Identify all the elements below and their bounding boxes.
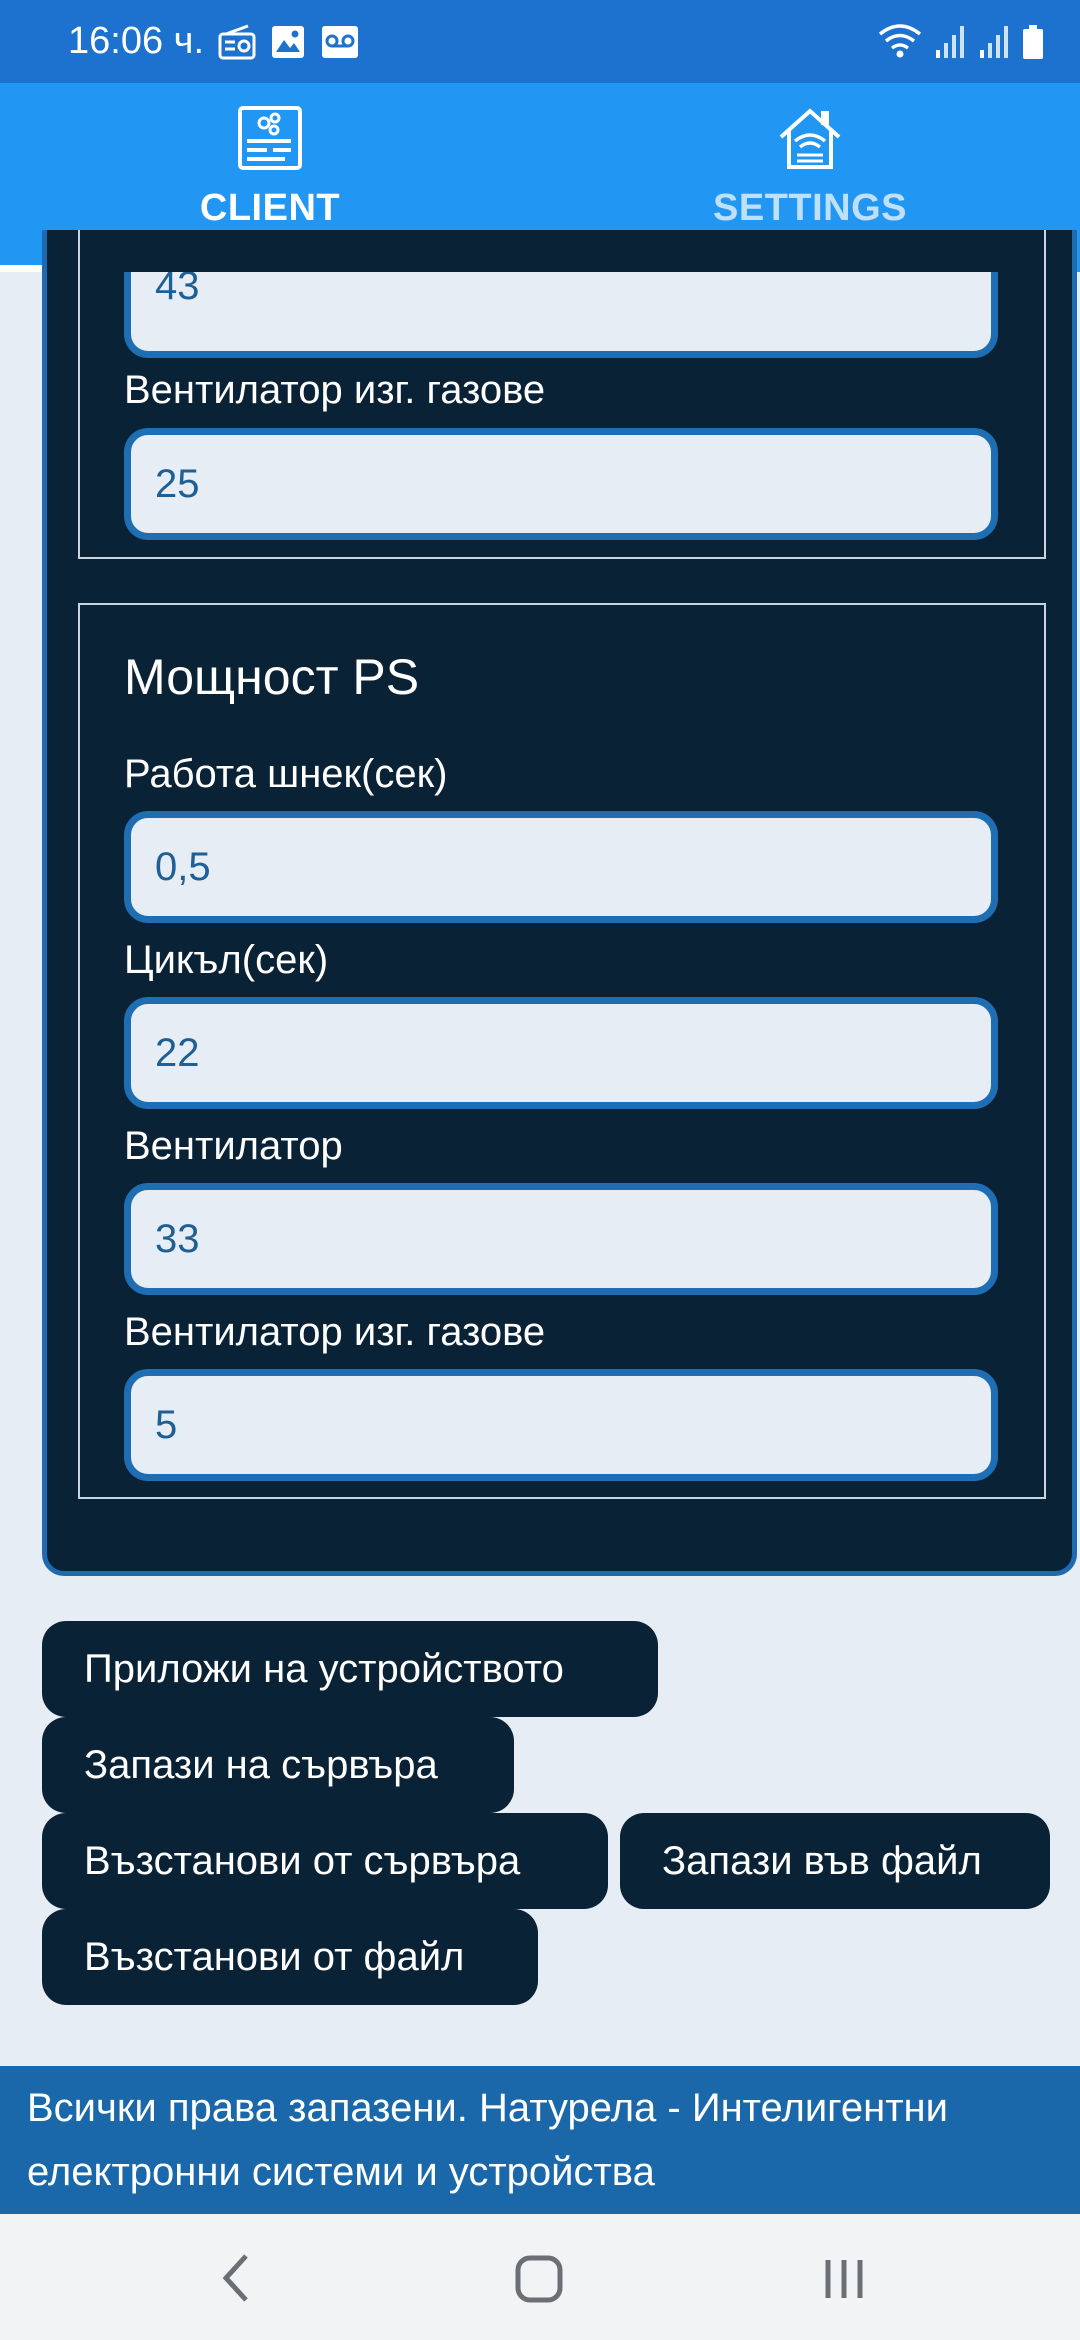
exhaust-fan-input[interactable]: 25 [124,428,998,540]
signal-icon [980,26,1008,58]
save-to-file-button[interactable]: Запази във файл [620,1813,1050,1909]
smart-home-wifi-icon [779,108,841,169]
field-label: Вентилатор [124,1124,343,1168]
field-label: Работа шнек(сек) [124,752,448,796]
field-label: Вентилатор изг. газове [124,368,546,412]
value-text: 25 [155,461,200,506]
apply-to-device-button[interactable]: Приложи на устройството [42,1621,658,1717]
tab-settings-label: SETTINGS [712,187,908,229]
cycle-input[interactable]: 22 [124,997,998,1109]
restore-from-file-button[interactable]: Възстанови от файл [42,1909,538,2005]
value-text: 0,5 [155,844,211,889]
field-label: Цикъл(сек) [124,938,329,982]
group-title: Мощност PS [124,649,420,705]
radio-icon [218,24,256,60]
value-text: 22 [155,1030,200,1075]
save-to-server-button[interactable]: Запази на сървъра [42,1717,514,1813]
restore-from-server-button[interactable]: Възстанови от сървъра [42,1813,608,1909]
footer-text: Всички права запазени. Натурела - Интели… [27,2086,948,2194]
recent-apps-icon[interactable] [820,2248,868,2308]
voicemail-icon [322,26,358,58]
tab-client-label: CLIENT [199,187,341,229]
status-bar: 16:06 ч. [0,0,1080,83]
back-icon[interactable] [216,2248,256,2308]
image-icon [272,26,304,58]
fan-input[interactable]: 33 [124,1183,998,1295]
home-icon[interactable] [514,2248,566,2308]
value-text: 5 [155,1402,178,1447]
battery-icon [1023,25,1043,59]
auger-time-input[interactable]: 0,5 [124,811,998,923]
signal-icon [936,26,964,58]
status-time: 16:06 ч. [68,20,205,62]
system-nav-bar [0,2214,1080,2340]
field-label: Вентилатор изг. газове [124,1310,546,1354]
value-text: 33 [155,1216,200,1261]
exhaust-fan-input[interactable]: 5 [124,1369,998,1481]
control-panel-icon [238,106,302,170]
wifi-icon [878,24,922,58]
footer: Всички права запазени. Натурела - Интели… [0,2066,1080,2214]
